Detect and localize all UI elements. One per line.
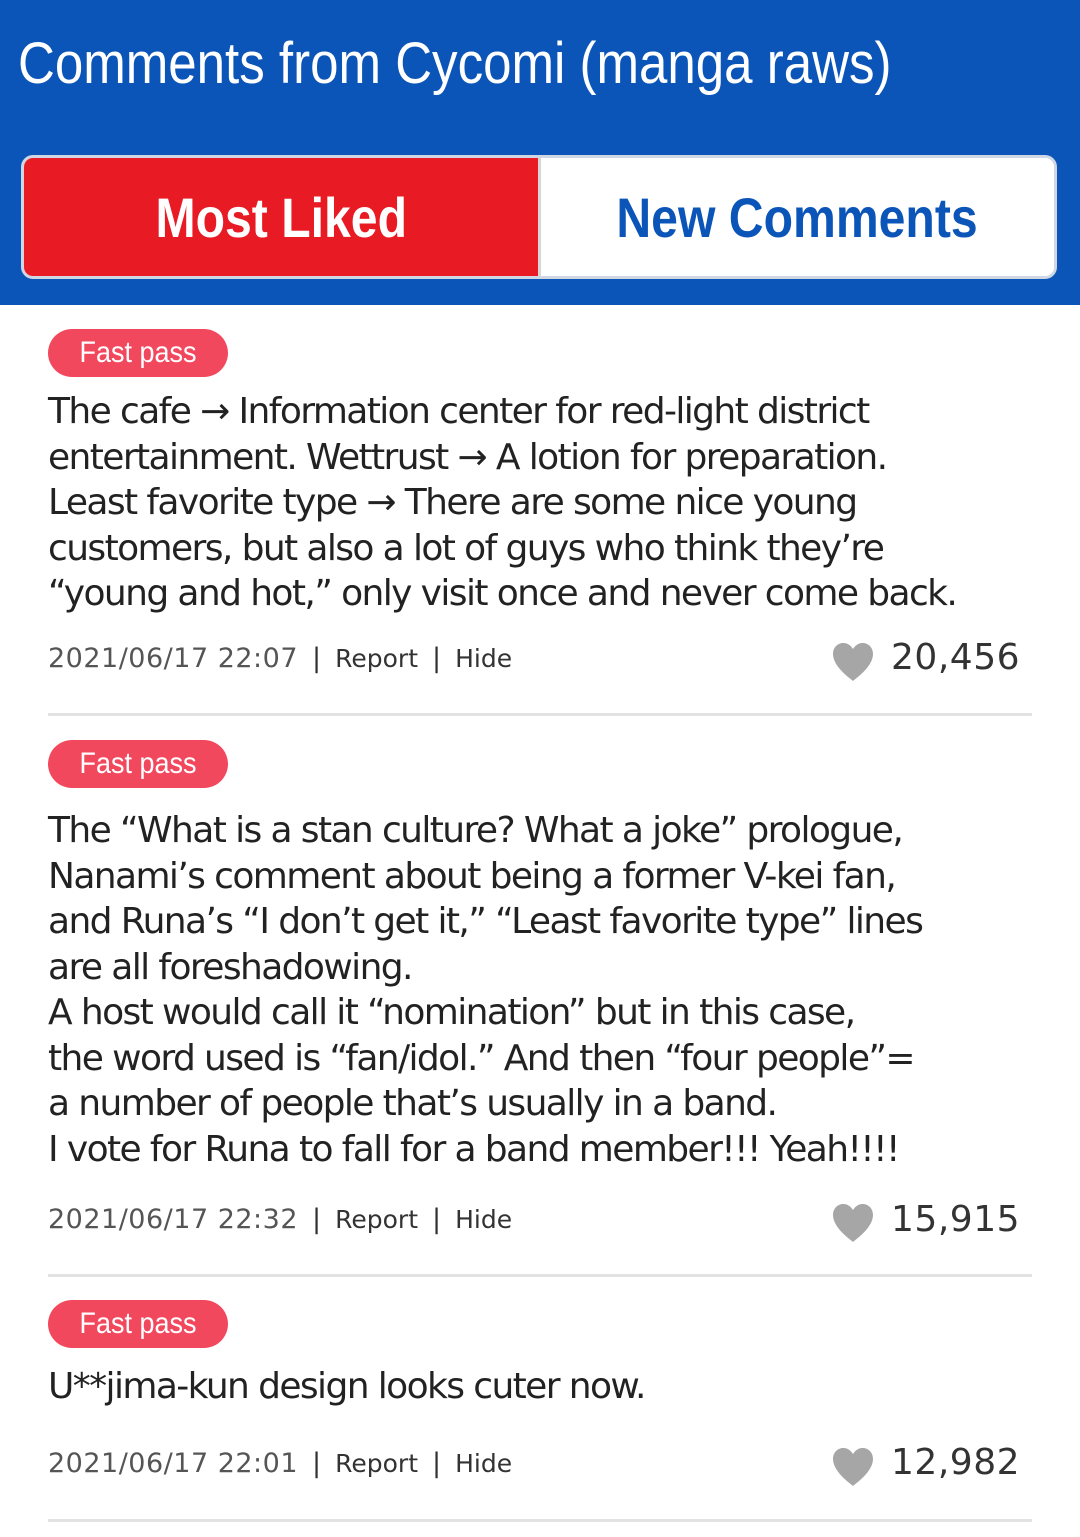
tab-new-comments[interactable]: New Comments (540, 158, 1054, 276)
heart-icon (833, 1204, 874, 1242)
comment-item: Fast pass U**jima-kun design looks cuter… (48, 1300, 1032, 1498)
tab-most-liked[interactable]: Most Liked (24, 158, 541, 276)
separator: | (432, 1204, 442, 1235)
heart-icon (833, 1447, 874, 1486)
report-link[interactable]: Report (335, 1205, 418, 1234)
comment-date: 2021/06/17 22:32 (48, 1204, 299, 1235)
like-button[interactable]: 12,982 (831, 1438, 1020, 1488)
header: Comments from Cycomi (manga raws) Most L… (0, 0, 1080, 305)
page-title: Comments from Cycomi (manga raws) (18, 31, 892, 96)
separator: | (312, 1447, 322, 1479)
hide-link[interactable]: Hide (455, 644, 512, 673)
fast-pass-badge: Fast pass (48, 1300, 228, 1348)
report-link[interactable]: Report (335, 1449, 418, 1478)
separator: | (432, 642, 442, 674)
comment-text: The cafe → Information center for red-li… (48, 391, 958, 614)
comment-date: 2021/06/17 22:01 (48, 1447, 299, 1479)
comment-item: Fast pass The “What is a stan culture? W… (48, 740, 1032, 1254)
separator: | (312, 1204, 322, 1235)
comment-text: The “What is a stan culture? What a joke… (48, 810, 924, 1170)
report-link[interactable]: Report (335, 644, 418, 673)
hide-link[interactable]: Hide (455, 1205, 512, 1234)
like-count: 20,456 (891, 637, 1020, 678)
fast-pass-badge: Fast pass (48, 740, 228, 788)
tab-bar: Most Liked New Comments (21, 155, 1057, 279)
divider (48, 1274, 1032, 1277)
comment-meta: 2021/06/17 22:32 | Report | Hide 15,915 (48, 1194, 1032, 1254)
divider (48, 713, 1032, 716)
comment-meta: 2021/06/17 22:01 | Report | Hide 12,982 (48, 1438, 1032, 1498)
hide-link[interactable]: Hide (455, 1449, 512, 1478)
comment-meta: 2021/06/17 22:07 | Report | Hide 20,456 (48, 633, 1032, 693)
fast-pass-badge: Fast pass (48, 329, 228, 377)
like-count: 12,982 (891, 1442, 1020, 1483)
comment-item: Fast pass The cafe → Information center … (48, 329, 1032, 693)
like-button[interactable]: 15,915 (831, 1194, 1020, 1244)
tab-label: New Comments (616, 185, 978, 249)
tab-label: Most Liked (154, 185, 407, 249)
like-button[interactable]: 20,456 (831, 633, 1020, 683)
separator: | (432, 1447, 442, 1479)
comment-date: 2021/06/17 22:07 (48, 642, 299, 674)
divider (48, 1519, 1032, 1522)
comment-text: U**jima-kun design looks cuter now. (48, 1366, 646, 1407)
like-count: 15,915 (891, 1198, 1020, 1240)
heart-icon (833, 642, 874, 681)
separator: | (312, 642, 322, 674)
